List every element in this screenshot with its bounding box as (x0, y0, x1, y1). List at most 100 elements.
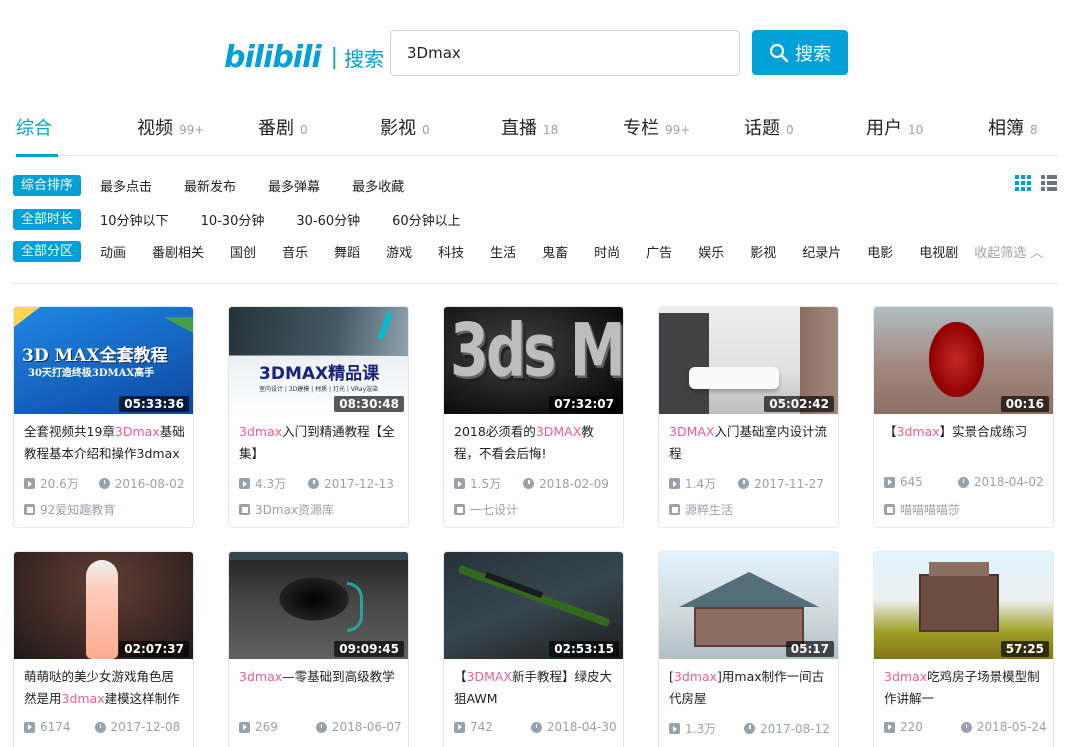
sort-option[interactable]: 最多弹幕 (268, 176, 320, 195)
logo-separator: | (330, 44, 339, 70)
video-card[interactable]: 3DMAX精品课 室内设计 | 3D建模 | 材质 | 灯光 | VRay渲染 … (228, 306, 409, 528)
sort-option[interactable]: 最多点击 (100, 176, 152, 195)
zone-option[interactable]: 纪录片 (802, 242, 841, 261)
play-count-icon (239, 478, 250, 489)
zone-option[interactable]: 动画 (100, 242, 126, 261)
zone-option[interactable]: 娱乐 (698, 242, 724, 261)
play-count: 269 (255, 720, 278, 734)
uploader-name: 92爱知趣教育 (40, 503, 116, 517)
thumbnail-model (274, 574, 354, 624)
video-uploader[interactable]: 源粹生活 (669, 501, 733, 518)
tab-live[interactable]: 直播 18 (501, 114, 558, 156)
video-thumbnail[interactable]: 3ds Max 07:32:07 (444, 307, 623, 414)
zone-option[interactable]: 影视 (750, 242, 776, 261)
sort-option[interactable]: 最新发布 (184, 176, 236, 195)
video-thumbnail[interactable]: 57:25 (874, 552, 1053, 659)
duration-option[interactable]: 60分钟以上 (392, 210, 461, 229)
zone-option[interactable]: 电视剧 (919, 242, 958, 261)
duration-chip-all[interactable]: 全部时长 (13, 208, 82, 230)
video-card[interactable]: 3D MAX全套教程 30天打造终极3DMAX高手 05:33:36 全套视频共… (13, 306, 194, 528)
video-thumbnail[interactable]: 3DMAX精品课 室内设计 | 3D建模 | 材质 | 灯光 | VRay渲染 … (229, 307, 408, 414)
video-stats: 1.4万 2017-11-27 (669, 475, 824, 492)
search-input[interactable] (390, 30, 740, 76)
video-thumbnail[interactable]: 02:07:37 (14, 552, 193, 659)
video-card[interactable]: 05:02:42 3DMAX入门基础室内设计流程 1.4万 2017-11-27… (658, 306, 839, 528)
zone-option[interactable]: 鬼畜 (542, 242, 568, 261)
video-card[interactable]: 57:25 3dmax吃鸡房子场景模型制作讲解一 220 2018-05-24 (873, 551, 1054, 747)
video-title[interactable]: 3DMAX入门基础室内设计流程 (669, 421, 831, 465)
zone-option[interactable]: 国创 (230, 242, 256, 261)
upload-date: 2018-04-02 (973, 475, 1044, 489)
title-keyword: 3dmax (239, 669, 283, 684)
video-title[interactable]: 3dmax入门到精通教程【全集】 (239, 421, 401, 465)
duration-option[interactable]: 10分钟以下 (100, 210, 169, 229)
uploader-icon (884, 504, 895, 515)
video-title[interactable]: 全套视频共19章3Dmax基础教程基本介绍和操作3dmax (24, 421, 186, 465)
clock-icon (308, 478, 320, 489)
tab-album[interactable]: 相簿 8 (988, 114, 1038, 156)
zone-option[interactable]: 时尚 (594, 242, 620, 261)
title-keyword: 3dmax (673, 669, 718, 684)
zone-option[interactable]: 生活 (490, 242, 516, 261)
tab-bangumi[interactable]: 番剧 0 (258, 114, 308, 156)
video-thumbnail[interactable]: 02:53:15 (444, 552, 623, 659)
video-title[interactable]: [3dmax]用max制作一间古代房屋 (669, 666, 831, 710)
list-view-icon[interactable] (1040, 174, 1058, 192)
video-card[interactable]: 02:07:37 萌萌哒的美少女游戏角色居然是用3dmax建模这样制作 6174… (13, 551, 194, 747)
clock-icon (98, 478, 110, 489)
tab-label: 影视 (380, 118, 416, 139)
bilibili-logo[interactable]: bilibili | 搜索 (224, 38, 384, 76)
video-uploader[interactable]: 一七设计 (454, 501, 518, 518)
video-uploader[interactable]: 喵喵喵喵莎 (884, 501, 960, 518)
video-title[interactable]: 3dmax吃鸡房子场景模型制作讲解一 (884, 666, 1046, 710)
logo-search-label: 搜索 (344, 46, 385, 71)
search-button[interactable]: 搜索 (752, 30, 848, 75)
zone-chip-all[interactable]: 全部分区 (13, 240, 82, 262)
title-keyword: 3dmax (61, 691, 105, 706)
tab-label: 番剧 (258, 118, 294, 139)
zone-option[interactable]: 舞蹈 (334, 242, 360, 261)
video-card[interactable]: 3ds Max 07:32:07 2018必须看的3DMAX教程，不看会后悔! … (443, 306, 624, 528)
tab-topic[interactable]: 话题 0 (744, 114, 794, 156)
zone-option[interactable]: 游戏 (386, 242, 412, 261)
tab-all[interactable]: 综合 (16, 114, 58, 157)
video-title[interactable]: 2018必须看的3DMAX教程，不看会后悔! (454, 421, 616, 465)
sort-chip-all[interactable]: 综合排序 (13, 174, 82, 196)
tab-movie[interactable]: 影视 0 (380, 114, 430, 156)
video-thumbnail[interactable]: 09:09:45 (229, 552, 408, 659)
zone-option[interactable]: 番剧相关 (152, 242, 204, 261)
duration-option[interactable]: 30-60分钟 (296, 210, 360, 229)
video-card[interactable]: 05:17 [3dmax]用max制作一间古代房屋 1.3万 2017-08-1… (658, 551, 839, 747)
video-card[interactable]: 09:09:45 3dmax—零基础到高级教学 269 2018-06-07 (228, 551, 409, 747)
clock-icon (94, 721, 106, 733)
video-card[interactable]: 02:53:15 【3DMAX新手教程】绿皮大狙AWM 742 2018-04-… (443, 551, 624, 747)
zone-option[interactable]: 电影 (867, 242, 893, 261)
video-thumbnail[interactable]: 05:02:42 (659, 307, 838, 414)
video-thumbnail[interactable]: 3D MAX全套教程 30天打造终极3DMAX高手 05:33:36 (14, 307, 193, 414)
play-count-icon (669, 723, 680, 734)
collapse-filter-button[interactable]: 收起筛选 ︿ (974, 242, 1043, 261)
video-card[interactable]: 00:16 【3dmax】实景合成练习 645 2018-04-02 喵喵喵喵莎 (873, 306, 1054, 528)
video-duration: 05:33:36 (119, 396, 189, 412)
video-thumbnail[interactable]: 00:16 (874, 307, 1053, 414)
tab-video[interactable]: 视频 99+ (137, 114, 204, 156)
video-title[interactable]: 【3DMAX新手教程】绿皮大狙AWM (454, 666, 616, 710)
zone-option[interactable]: 科技 (438, 242, 464, 261)
sort-option[interactable]: 最多收藏 (352, 176, 404, 195)
clock-icon (738, 478, 750, 489)
play-count: 4.3万 (255, 477, 287, 491)
video-uploader[interactable]: 92爱知趣教育 (24, 501, 115, 518)
tab-article[interactable]: 专栏 99+ (623, 114, 690, 156)
duration-option[interactable]: 10-30分钟 (201, 210, 265, 229)
tab-user[interactable]: 用户 10 (866, 114, 923, 156)
video-title[interactable]: 【3dmax】实景合成练习 (884, 421, 1046, 465)
video-thumbnail[interactable]: 05:17 (659, 552, 838, 659)
video-uploader[interactable]: 3Dmax资源库 (239, 501, 334, 518)
video-title[interactable]: 萌萌哒的美少女游戏角色居然是用3dmax建模这样制作 (24, 666, 186, 710)
grid-view-icon[interactable] (1014, 174, 1032, 192)
video-duration: 05:17 (785, 641, 834, 657)
video-title[interactable]: 3dmax—零基础到高级教学 (239, 666, 401, 710)
zone-option[interactable]: 音乐 (282, 242, 308, 261)
play-count-icon (669, 478, 680, 489)
zone-option[interactable]: 广告 (646, 242, 672, 261)
